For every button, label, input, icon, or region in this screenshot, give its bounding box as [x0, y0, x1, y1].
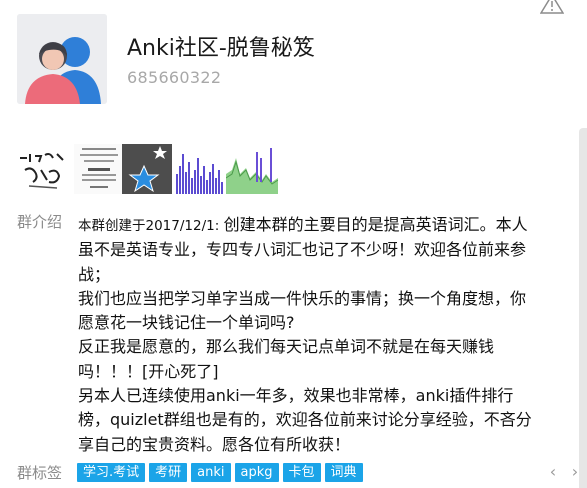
photo-thumbnail[interactable]: [226, 144, 278, 194]
chevron-left-icon[interactable]: ‹: [546, 462, 560, 481]
group-intro: 本群创建于2017/12/1: 创建本群的主要目的是提高英语词汇。本人 虽不是英…: [78, 213, 587, 457]
intro-line: 战；: [78, 264, 111, 284]
tag-list: 学习.考试 考研 anki apkg 卡包 词典: [77, 463, 363, 482]
tag-item[interactable]: 卡包: [282, 463, 321, 482]
photo-thumbnail[interactable]: [74, 144, 124, 194]
photo-thumbnail[interactable]: [17, 144, 67, 194]
tag-item[interactable]: 学习.考试: [77, 463, 146, 482]
intro-line: 本群创建于2017/12/1: 创建本群的主要目的是提高英语词汇。本人: [78, 215, 528, 234]
photo-thumbnail[interactable]: [174, 144, 224, 194]
intro-line: 愿意花一块钱记住一个单词吗?: [78, 313, 295, 333]
intro-line: 另本人已连续使用anki一年多，效果也非常棒，anki插件排行: [78, 386, 514, 406]
intro-label: 群介绍: [17, 213, 63, 231]
intro-line: 虽不是英语专业，专四专八词汇也记了不少呀！欢迎各位前来参: [78, 240, 527, 260]
group-name: Anki社区-脱鲁秘笈: [127, 36, 315, 61]
intro-line: 我们也应当把学习单字当成一件快乐的事情；换一个角度想，你: [78, 288, 527, 308]
intro-line: 吗！！！[开心死了]: [78, 361, 219, 381]
warning-triangle-icon[interactable]: [539, 0, 565, 14]
intro-line: 享自己的宝贵资料。愿各位有所收获！: [78, 434, 351, 454]
intro-line: 反正我是愿意的，那么我们每天记点单词不就是在每天赚钱: [78, 337, 495, 357]
photo-thumbnail[interactable]: [122, 144, 172, 194]
default-group-avatar-icon: [17, 14, 107, 104]
group-id: 685660322: [127, 68, 222, 87]
tag-item[interactable]: 词典: [324, 463, 363, 482]
group-avatar: [17, 14, 107, 104]
tag-item[interactable]: apkg: [234, 463, 279, 482]
scrollbar[interactable]: [579, 128, 587, 488]
tags-label: 群标签: [17, 464, 63, 482]
tag-item[interactable]: 考研: [149, 463, 188, 482]
intro-created-date: 本群创建于2017/12/1:: [78, 218, 224, 234]
tag-item[interactable]: anki: [191, 463, 231, 482]
intro-line: 榜，quizlet群组也是有的，欢迎各位前来讨论分享经验，不吝分: [78, 410, 532, 430]
